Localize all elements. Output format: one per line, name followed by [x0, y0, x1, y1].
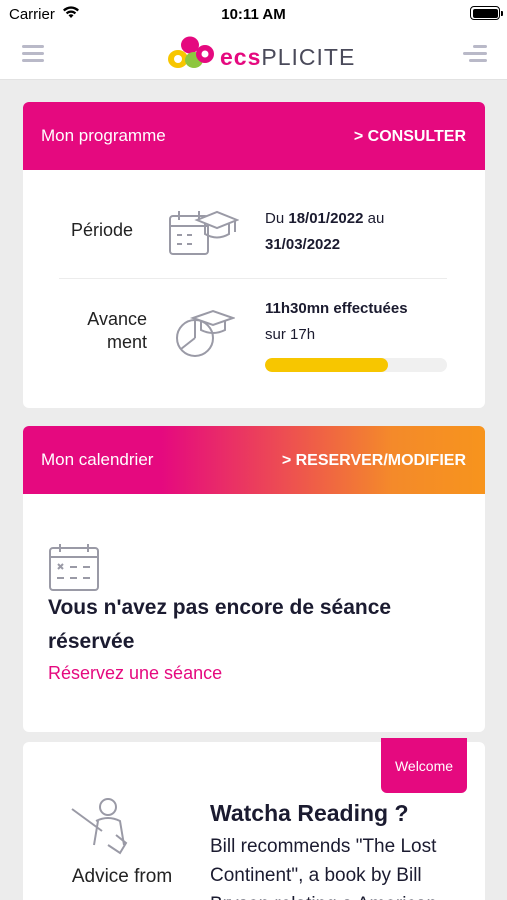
progress-graduation-icon — [176, 309, 235, 357]
no-session-message: Vous n'avez pas encore de séance réservé… — [48, 596, 392, 653]
book-session-link[interactable]: Réservez une séance — [48, 663, 222, 684]
logo-mark-icon — [168, 36, 214, 68]
program-card-title: Mon programme — [41, 126, 166, 145]
calendar-graduation-icon — [169, 210, 239, 255]
calendar-icon — [49, 544, 99, 591]
battery-icon — [470, 6, 503, 20]
period-dates: Du 18/01/2022 au 31/03/2022 — [265, 210, 385, 253]
consult-link[interactable]: > CONSULTER — [354, 128, 466, 146]
logo-wordmark: ecsPLICITE — [220, 44, 356, 70]
reserve-modify-link[interactable]: > RESERVER/MODIFIER — [282, 452, 466, 470]
filter-menu-icon[interactable] — [463, 45, 487, 62]
progress-hours: 11h30mn effectuées sur 17h — [265, 300, 408, 343]
app-header: ecsPLICITE — [0, 28, 507, 80]
calendar-card: Mon calendrier > RESERVER/MODIFIER Vous … — [23, 426, 485, 732]
promo-caption: Advice from — [71, 866, 173, 887]
calendar-card-header: Mon calendrier > RESERVER/MODIFIER — [23, 426, 485, 494]
progress-bar — [265, 358, 447, 372]
app-logo: ecsPLICITE — [164, 35, 354, 73]
row-divider — [59, 278, 447, 279]
progress-label: Avance ment — [87, 309, 147, 352]
welcome-badge: Welcome — [381, 738, 467, 793]
calendar-card-title: Mon calendrier — [41, 450, 154, 469]
teacher-icon — [71, 798, 128, 855]
period-label: Période — [71, 220, 134, 240]
menu-icon[interactable] — [22, 45, 44, 62]
promo-body: Bill recommends "The Lost Continent", a … — [210, 836, 437, 900]
status-time: 10:11 AM — [221, 6, 286, 23]
program-card-header: Mon programme > CONSULTER — [23, 102, 485, 170]
promo-title: Watcha Reading ? — [210, 800, 409, 826]
status-bar: Carrier 10:11 AM — [0, 0, 507, 28]
progress-bar-fill — [265, 358, 389, 372]
program-card: Mon programme > CONSULTER Période Du 18/… — [23, 102, 485, 408]
